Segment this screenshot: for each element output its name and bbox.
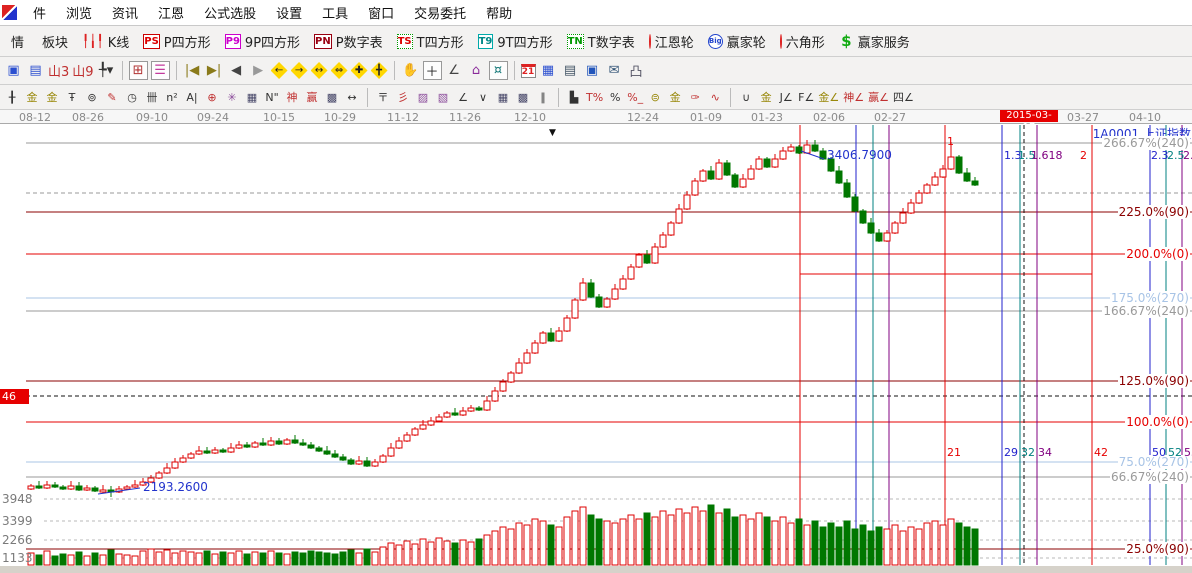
gann-count-label: 21 <box>947 446 961 459</box>
gann-level-label: 175.0%(270) <box>1110 291 1190 305</box>
gann-ratio-label: 2.618 <box>1183 149 1192 162</box>
gann-count-label: 55 <box>1184 446 1192 459</box>
gann-ratio-label: 1.618 <box>1031 149 1063 162</box>
gann-level-label: 125.0%(90) <box>1118 374 1190 388</box>
gann-level-label: 166.67%(240) <box>1102 304 1190 318</box>
volume-scale-label: 3948 <box>2 492 33 506</box>
volume-scale-label: 3399 <box>2 514 33 528</box>
gann-count-label: 34 <box>1038 446 1052 459</box>
candlestick-series <box>28 140 978 497</box>
gann-ratio-label: 1 <box>947 135 954 148</box>
volume-scale-label: 1133 <box>2 551 33 565</box>
annotation-trendlines <box>98 151 824 494</box>
gann-count-label: 42 <box>1094 446 1108 459</box>
volume-series <box>28 505 978 565</box>
gann-ratio-label: 2 <box>1080 149 1087 162</box>
gann-level-label: 266.67%(240) <box>1102 136 1190 150</box>
volume-scale-label: 2266 <box>2 533 33 547</box>
gann-level-label: 66.67%(240) <box>1110 470 1190 484</box>
gann-level-label: 100.0%(0) <box>1125 415 1190 429</box>
gann-count-label: 52 <box>1168 446 1182 459</box>
low-price-label: 2193.2600 <box>143 480 208 494</box>
gann-count-label: 29 <box>1004 446 1018 459</box>
gann-count-label: 50 <box>1152 446 1166 459</box>
gann-level-label: 200.0%(0) <box>1125 247 1190 261</box>
gann-trading-app: 件浏览资讯江恩公式选股设置工具窗口交易委托帮助 情 板块 ╿╽╿ K线 PS P… <box>0 0 1192 573</box>
peak-marker-icon: ▼ <box>549 128 556 138</box>
price-level-box: 46 <box>0 389 29 404</box>
bottom-scrollbar[interactable] <box>0 566 1192 573</box>
gann-ratio-label: 2.5 <box>1167 149 1185 162</box>
gann-level-label: 25.0%(90) <box>1125 542 1190 556</box>
gann-level-label: 225.0%(90) <box>1118 205 1190 219</box>
gann-ratio-label: 2.3 <box>1151 149 1169 162</box>
gann-count-label: 32 <box>1021 446 1035 459</box>
high-price-label: 3406.7900 <box>827 148 892 162</box>
